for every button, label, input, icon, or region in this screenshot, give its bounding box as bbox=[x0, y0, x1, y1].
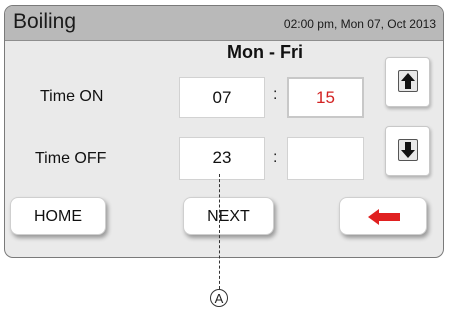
arrow-left-icon bbox=[368, 209, 400, 225]
time-off-label: Time OFF bbox=[35, 150, 107, 167]
title-bar: Boiling 02:00 pm, Mon 07, Oct 2013 bbox=[5, 6, 443, 41]
decrease-button[interactable] bbox=[385, 126, 430, 176]
time-off-separator: : bbox=[273, 149, 278, 166]
day-range-label: Mon - Fri bbox=[227, 42, 303, 62]
back-button[interactable] bbox=[339, 197, 427, 235]
callout-marker-a: A bbox=[210, 289, 228, 307]
time-on-label: Time ON bbox=[40, 88, 104, 105]
time-on-separator: : bbox=[273, 86, 278, 103]
app-title: Boiling bbox=[13, 10, 77, 33]
next-button[interactable]: NEXT bbox=[183, 197, 274, 235]
time-off-hour-field[interactable]: 23 bbox=[179, 137, 265, 180]
device-screen: Boiling 02:00 pm, Mon 07, Oct 2013 Mon -… bbox=[4, 5, 444, 258]
time-off-minute-field[interactable] bbox=[287, 137, 364, 180]
arrow-down-icon bbox=[398, 139, 418, 161]
arrow-up-icon bbox=[398, 70, 418, 92]
time-on-hour-field[interactable]: 07 bbox=[179, 77, 265, 118]
callout-line bbox=[219, 174, 220, 289]
increase-button[interactable] bbox=[385, 57, 430, 107]
home-button[interactable]: HOME bbox=[10, 197, 106, 235]
time-on-minute-field[interactable]: 15 bbox=[287, 77, 364, 118]
clock-readout: 02:00 pm, Mon 07, Oct 2013 bbox=[283, 17, 436, 31]
